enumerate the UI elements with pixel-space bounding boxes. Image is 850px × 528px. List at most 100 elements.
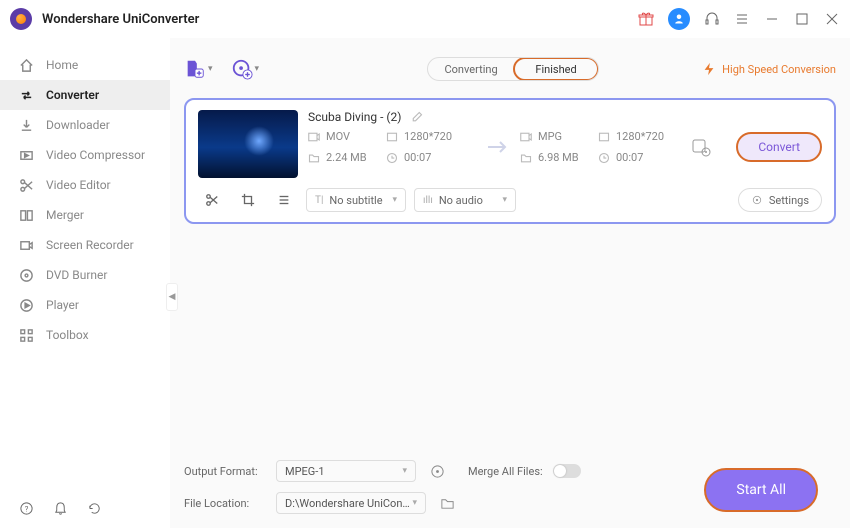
home-icon [18,57,34,73]
sidebar-item-home[interactable]: Home [0,50,170,80]
sidebar-item-compressor[interactable]: Video Compressor [0,140,170,170]
clock-icon [598,152,610,164]
content-area: ▾ ▾ Converting Finished High Speed Conve… [170,38,850,528]
sidebar-item-player[interactable]: Player [0,290,170,320]
tab-converting[interactable]: Converting [428,58,514,80]
crop-button[interactable] [234,188,262,212]
sidebar-item-label: Player [46,298,79,312]
output-format-select[interactable]: MPEG-1 ▾ [276,460,416,482]
download-icon [18,117,34,133]
merge-icon [18,207,34,223]
file-location-select[interactable]: D:\Wondershare UniConverter ▾ [276,492,426,514]
sidebar-item-label: DVD Burner [46,268,107,282]
dst-format: MPG [538,130,562,143]
subtitle-icon: T| [315,195,323,206]
sidebar-collapse-handle[interactable]: ◀ [166,283,178,311]
disc-icon [18,267,34,283]
sidebar: Home Converter Downloader Video Compress… [0,38,170,528]
scissors-icon [18,177,34,193]
audio-icon: ıllı [423,195,433,206]
chevron-down-icon: ▾ [502,195,507,205]
sidebar-item-dvd[interactable]: DVD Burner [0,260,170,290]
sidebar-item-label: Toolbox [46,328,89,342]
titlebar: Wondershare UniConverter [0,0,850,38]
subtitle-dropdown[interactable]: T| No subtitle ▾ [306,188,406,212]
user-avatar[interactable] [668,8,690,30]
chevron-down-icon: ▾ [412,498,417,508]
file-location-label: File Location: [184,497,266,510]
start-all-button[interactable]: Start All [704,468,818,512]
status-tabs: Converting Finished [427,57,599,81]
merge-label: Merge All Files: [468,465,543,478]
app-title: Wondershare UniConverter [42,12,199,27]
chevron-down-icon: ▾ [402,466,407,476]
svg-text:?: ? [24,504,28,513]
open-folder-icon[interactable] [436,492,458,514]
window-maximize-icon[interactable] [794,11,810,27]
folder-icon [520,152,532,164]
src-duration: 00:07 [404,151,431,164]
src-format: MOV [326,130,350,143]
sidebar-item-merger[interactable]: Merger [0,200,170,230]
folder-icon [308,152,320,164]
file-card: Scuba Diving - (2) MOV 2.24 MB 1280*720 … [184,98,836,224]
bell-icon[interactable] [52,500,68,516]
window-close-icon[interactable] [824,11,840,27]
sidebar-item-label: Home [46,58,78,72]
footer: Output Format: MPEG-1 ▾ Merge All Files:… [184,450,836,528]
src-resolution: 1280*720 [404,130,452,143]
resolution-icon [386,131,398,143]
high-speed-conversion-link[interactable]: High Speed Conversion [702,62,836,76]
window-minimize-icon[interactable] [764,11,780,27]
output-settings-icon[interactable] [691,137,711,157]
sidebar-item-label: Video Editor [46,178,111,192]
resolution-icon [598,131,610,143]
video-icon [520,131,532,143]
sidebar-item-label: Screen Recorder [46,238,134,252]
sidebar-item-label: Merger [46,208,84,222]
arrow-right-icon [486,139,508,155]
output-format-label: Output Format: [184,465,266,478]
grid-icon [18,327,34,343]
gear-icon [751,194,763,206]
app-logo [10,8,32,30]
add-disc-button[interactable]: ▾ [231,58,260,80]
lightning-icon [702,62,716,76]
settings-button[interactable]: Settings [738,188,822,212]
sidebar-item-editor[interactable]: Video Editor [0,170,170,200]
sidebar-item-toolbox[interactable]: Toolbox [0,320,170,350]
add-file-button[interactable]: ▾ [184,58,213,80]
src-size: 2.24 MB [326,151,367,164]
chevron-down-icon: ▾ [392,195,397,205]
compress-icon [18,147,34,163]
tab-finished[interactable]: Finished [513,57,599,81]
dst-duration: 00:07 [616,151,643,164]
clock-icon [386,152,398,164]
sidebar-item-converter[interactable]: Converter [0,80,170,110]
audio-dropdown[interactable]: ıllı No audio ▾ [414,188,516,212]
recorder-icon [18,237,34,253]
sidebar-item-label: Video Compressor [46,148,145,162]
gift-icon[interactable] [638,11,654,27]
chevron-down-icon: ▾ [255,64,260,74]
sidebar-item-downloader[interactable]: Downloader [0,110,170,140]
menu-icon[interactable] [734,11,750,27]
merge-toggle[interactable] [553,464,581,478]
sidebar-item-recorder[interactable]: Screen Recorder [0,230,170,260]
help-icon[interactable]: ? [18,500,34,516]
format-settings-icon[interactable] [426,460,448,482]
convert-button[interactable]: Convert [736,132,822,162]
headset-icon[interactable] [704,11,720,27]
edit-icon[interactable] [411,111,423,123]
video-icon [308,131,320,143]
dst-resolution: 1280*720 [616,130,664,143]
more-button[interactable] [270,188,298,212]
dst-size: 6.98 MB [538,151,579,164]
trim-button[interactable] [198,188,226,212]
video-thumbnail[interactable] [198,110,298,178]
converter-icon [18,87,34,103]
file-title: Scuba Diving - (2) [308,110,401,124]
chevron-down-icon: ▾ [208,64,213,74]
refresh-icon[interactable] [86,500,102,516]
sidebar-item-label: Downloader [46,118,110,132]
